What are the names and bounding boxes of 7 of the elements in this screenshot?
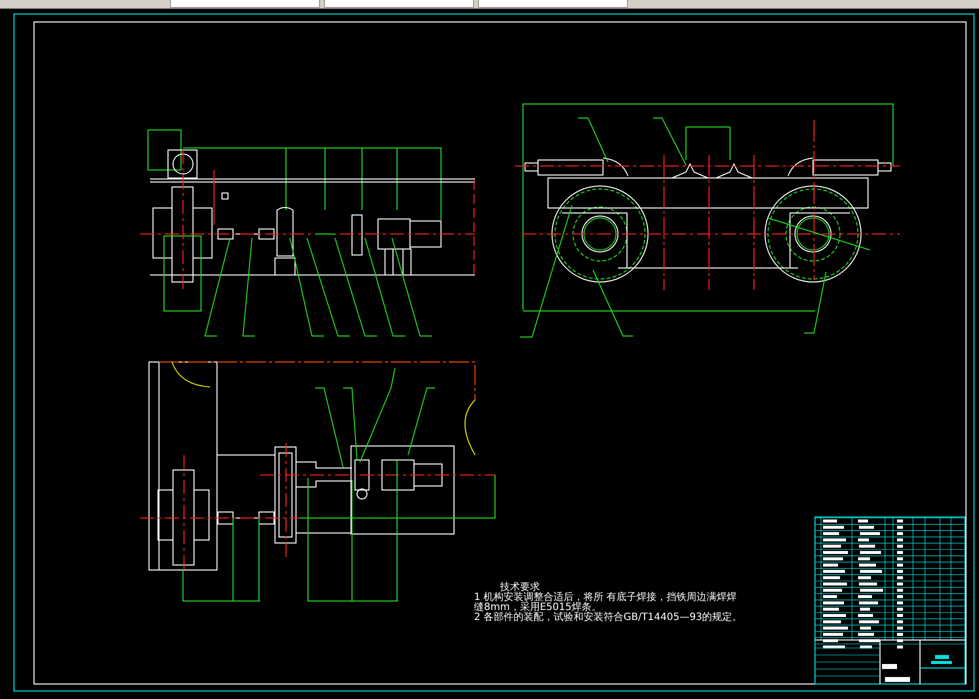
drawing-tab[interactable] [478, 0, 628, 8]
drawing-tab[interactable] [324, 0, 474, 8]
requirement-line: 缝8mm，采用E5015焊条。 [474, 603, 602, 613]
drawing-tab[interactable] [170, 0, 320, 8]
requirement-line: 2 各部件的装配，试验和安装符合GB/T14405—93的规定。 [474, 613, 742, 623]
requirements-title: 技术要求 [500, 583, 540, 593]
requirement-line: 1 机构安装调整合适后，将所 有底子焊接，挡铁周边满焊焊 [474, 593, 738, 603]
